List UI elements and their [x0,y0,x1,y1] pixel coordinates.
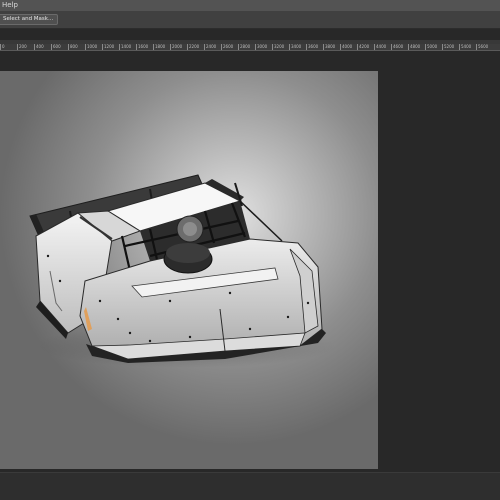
ruler-label: 800 [70,44,78,49]
ruler-label: 1400 [121,44,132,49]
ruler-major-tick [272,44,273,50]
horizontal-ruler[interactable]: 0 200 400 600 800 1000 1200 1400 1600 1800 2000 220… [0,44,500,51]
ruler-major-tick [306,44,307,50]
ruler-major-tick [51,44,52,50]
ruler-major-tick [442,44,443,50]
ruler-major-tick [425,44,426,50]
ruler-major-tick [255,44,256,50]
ruler-label: 400 [36,44,44,49]
ruler-label: 2000 [172,44,183,49]
ruler-label: 5600 [478,44,489,49]
ruler-major-tick [323,44,324,50]
ruler-major-tick [136,44,137,50]
options-bar: Select and Mask... [0,11,500,29]
ruler-major-tick [459,44,460,50]
ruler-label: 1000 [87,44,98,49]
ruler-label: 2600 [223,44,234,49]
ruler-label: 2400 [206,44,217,49]
ruler-label: 3800 [325,44,336,49]
ruler-major-tick [221,44,222,50]
menu-help[interactable]: Help [2,0,18,11]
menu-bar: Help [0,0,500,11]
ruler-major-tick [187,44,188,50]
select-and-mask-button[interactable]: Select and Mask... [0,14,59,25]
ruler-major-tick [17,44,18,50]
ruler-label: 5400 [461,44,472,49]
race-car-illustration [29,174,335,368]
ruler-label: 5200 [444,44,455,49]
photoshop-window: Help Select and Mask... 0 200 400 600 800 100… [0,0,500,500]
ruler-label: 2800 [240,44,251,49]
ruler-major-tick [153,44,154,50]
document-canvas[interactable] [0,71,378,469]
status-bar [0,472,500,500]
ruler-major-tick [204,44,205,50]
ruler-major-tick [476,44,477,50]
ruler-label: 3400 [291,44,302,49]
ruler-major-tick [34,44,35,50]
ruler-label: 0 [2,44,5,49]
ruler-label: 3600 [308,44,319,49]
ruler-label: 1800 [155,44,166,49]
ruler-label: 4200 [359,44,370,49]
ruler-label: 4400 [376,44,387,49]
ruler-label: 200 [19,44,27,49]
ruler-label: 4800 [410,44,421,49]
ruler-major-tick [102,44,103,50]
ruler-major-tick [391,44,392,50]
ruler-major-tick [238,44,239,50]
ruler-major-tick [0,44,1,50]
ruler-major-tick [85,44,86,50]
ruler-major-tick [374,44,375,50]
ruler-label: 600 [53,44,61,49]
ruler-major-tick [340,44,341,50]
ruler-label: 3000 [257,44,268,49]
ruler-label: 5000 [427,44,438,49]
ruler-label: 4000 [342,44,353,49]
ruler-major-tick [119,44,120,50]
ruler-major-tick [289,44,290,50]
ruler-label: 3200 [274,44,285,49]
panel-gap [0,30,500,40]
ruler-label: 1600 [138,44,149,49]
ruler-label: 1200 [104,44,115,49]
ruler-label: 4600 [393,44,404,49]
ruler-major-tick [357,44,358,50]
ruler-major-tick [408,44,409,50]
ruler-label: 2200 [189,44,200,49]
ruler-major-tick [68,44,69,50]
ruler-major-tick [170,44,171,50]
